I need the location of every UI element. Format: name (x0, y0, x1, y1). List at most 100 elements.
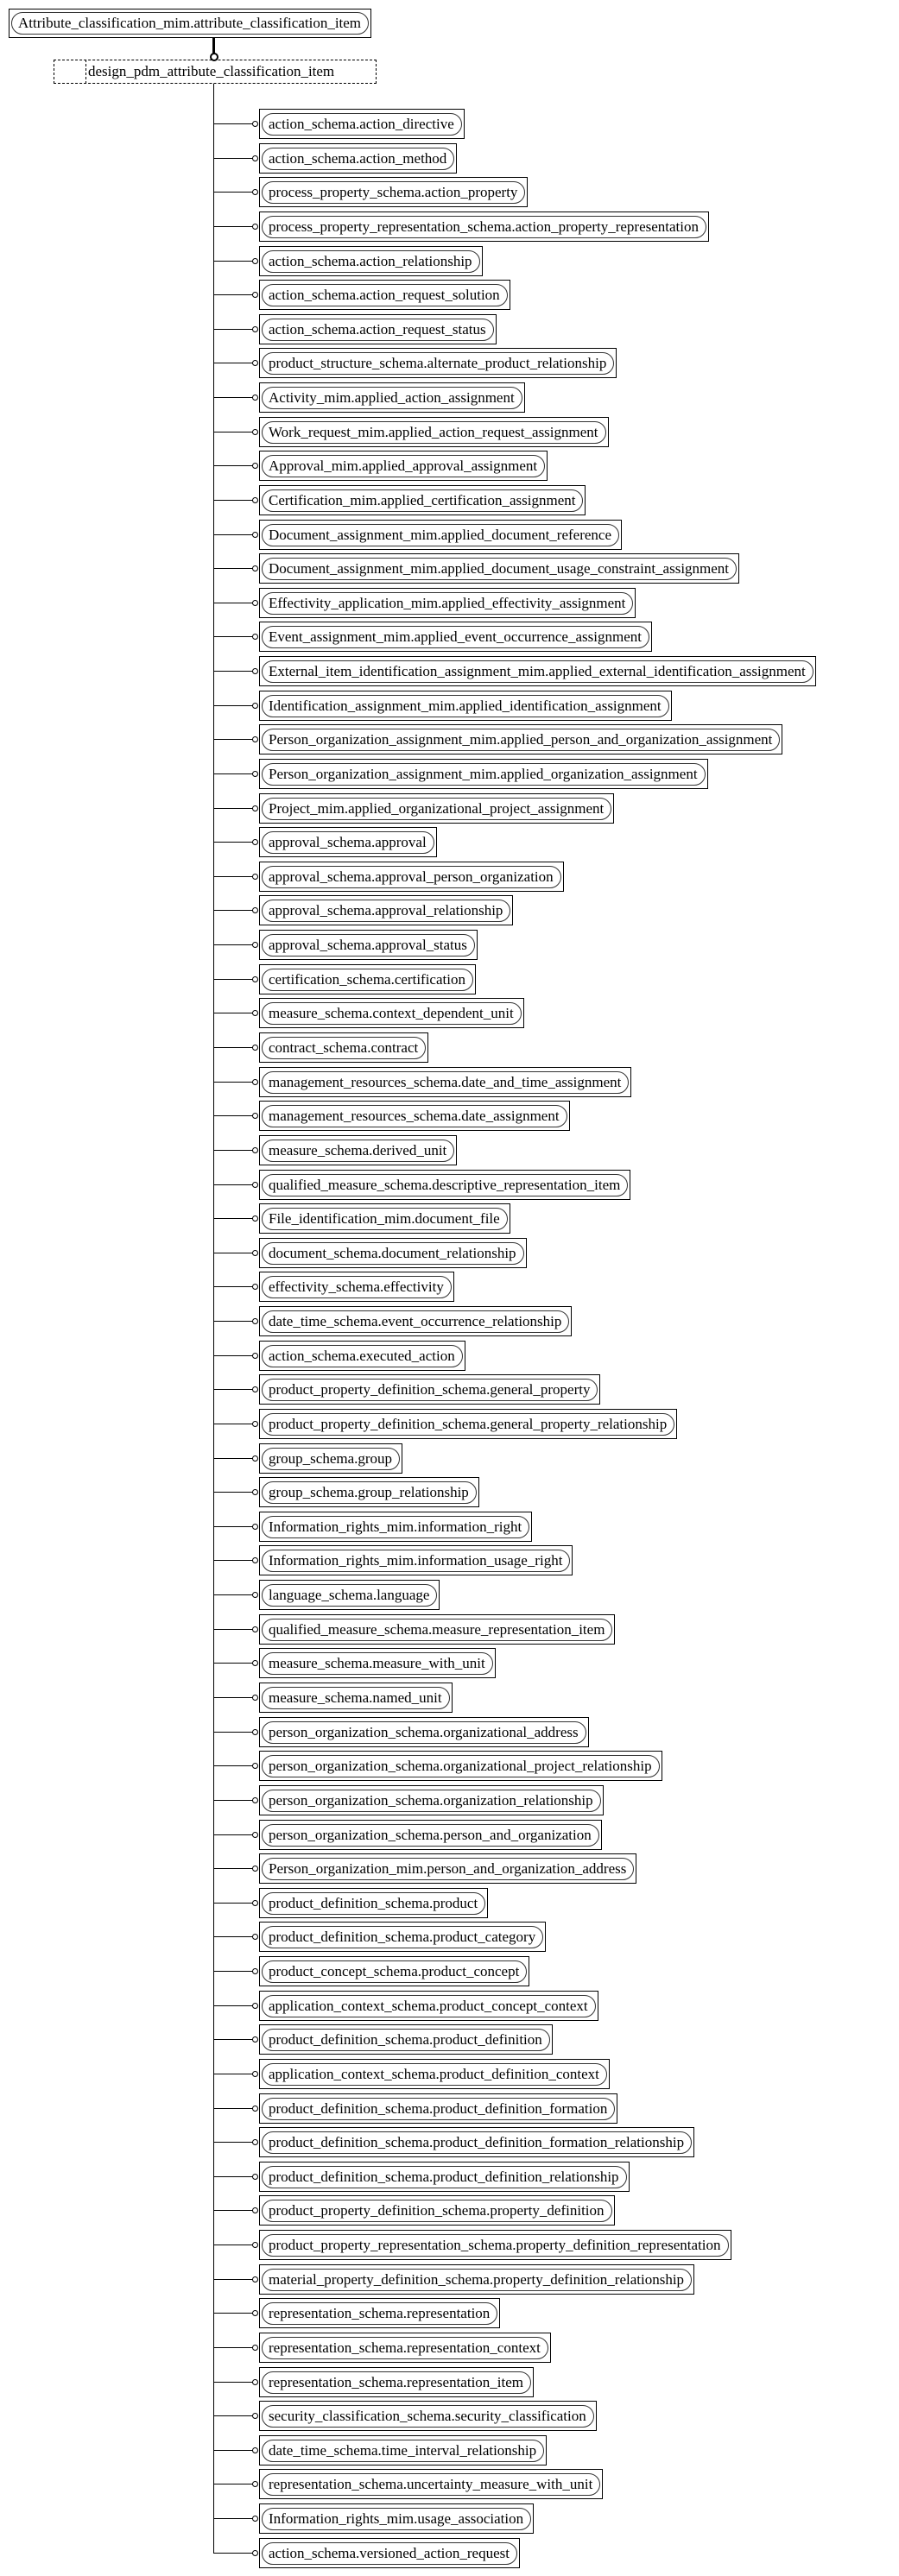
entity-box[interactable]: product_definition_schema.product_catego… (259, 1922, 547, 1953)
entity-box[interactable]: product_definition_schema.product_defini… (259, 2093, 618, 2124)
branch-line (213, 1115, 253, 1117)
open-circle-icon (252, 1557, 258, 1564)
entity-box[interactable]: application_context_schema.product_defin… (259, 2058, 610, 2089)
entity-box[interactable]: group_schema.group_relationship (259, 1477, 479, 1508)
entity-box[interactable]: product_property_definition_schema.gener… (259, 1408, 678, 1439)
entity-box[interactable]: effectivity_schema.effectivity (259, 1272, 454, 1303)
entity-label: product_definition_schema.product_defini… (262, 2165, 627, 2188)
entity-box[interactable]: action_schema.action_directive (259, 109, 465, 139)
entity-box[interactable]: action_schema.action_method (259, 142, 458, 174)
entity-box[interactable]: group_schema.group (259, 1443, 403, 1474)
branch-line (213, 1731, 253, 1733)
entity-label: qualified_measure_schema.measure_represe… (262, 1618, 613, 1641)
entity-box[interactable]: qualified_measure_schema.measure_represe… (259, 1613, 616, 1645)
branch-line (213, 2142, 253, 2144)
entity-box[interactable]: person_organization_schema.organizationa… (259, 1751, 662, 1782)
entity-box[interactable]: application_context_schema.product_conce… (259, 1990, 598, 2021)
entity-box[interactable]: product_structure_schema.alternate_produ… (259, 348, 617, 379)
entity-box[interactable]: product_definition_schema.product_defini… (259, 2161, 630, 2192)
entity-box[interactable]: approval_schema.approval_person_organiza… (259, 861, 564, 892)
entity-box[interactable]: representation_schema.representation_con… (259, 2332, 551, 2363)
entity-box[interactable]: Information_rights_mim.information_usage… (259, 1545, 573, 1576)
entity-box[interactable]: product_definition_schema.product_defini… (259, 2127, 695, 2158)
entity-box[interactable]: date_time_schema.event_occurrence_relati… (259, 1306, 573, 1337)
entity-box[interactable]: person_organization_schema.person_and_or… (259, 1819, 602, 1850)
entity-label: action_schema.executed_action (262, 1344, 463, 1367)
entity-box[interactable]: representation_schema.representation (259, 2298, 501, 2329)
entity-box[interactable]: product_property_representation_schema.p… (259, 2230, 731, 2261)
entity-box[interactable]: Identification_assignment_mim.applied_id… (259, 690, 672, 721)
entity-box[interactable]: measure_schema.measure_with_unit (259, 1648, 496, 1679)
entity-box[interactable]: person_organization_schema.organizationa… (259, 1716, 589, 1747)
entity-box[interactable]: Project_mim.applied_organizational_proje… (259, 792, 615, 824)
entity-box[interactable]: management_resources_schema.date_and_tim… (259, 1066, 632, 1097)
entity-box[interactable]: Person_organization_mim.person_and_organ… (259, 1853, 637, 1885)
open-circle-icon (252, 325, 258, 332)
entity-box[interactable]: product_definition_schema.product_defini… (259, 2024, 553, 2055)
entity-box[interactable]: Approval_mim.applied_approval_assignment (259, 451, 548, 482)
branch-line (213, 2518, 253, 2520)
entity-box[interactable]: measure_schema.context_dependent_unit (259, 998, 524, 1029)
branch-line (213, 1834, 253, 1835)
entity-box[interactable]: Person_organization_assignment_mim.appli… (259, 758, 708, 789)
entity-box[interactable]: Effectivity_application_mim.applied_effe… (259, 587, 636, 618)
entity-box[interactable]: action_schema.versioned_action_request (259, 2537, 520, 2568)
entity-box[interactable]: certification_schema.certification (259, 963, 476, 994)
branch-line (213, 465, 253, 467)
open-circle-icon (252, 770, 258, 777)
entity-box[interactable]: qualified_measure_schema.descriptive_rep… (259, 1169, 631, 1200)
entity-box[interactable]: approval_schema.approval (259, 827, 437, 858)
entity-box[interactable]: action_schema.executed_action (259, 1340, 465, 1371)
entity-box[interactable]: Document_assignment_mim.applied_document… (259, 519, 623, 550)
entity-label: product_definition_schema.product_catego… (262, 1926, 544, 1949)
entity-box[interactable]: Person_organization_assignment_mim.appli… (259, 724, 783, 755)
entity-box[interactable]: action_schema.action_request_status (259, 313, 497, 344)
entity-label: approval_schema.approval_status (262, 934, 475, 957)
entity-box[interactable]: process_property_representation_schema.a… (259, 211, 710, 242)
entity-box[interactable]: product_property_definition_schema.gener… (259, 1374, 601, 1405)
entity-box[interactable]: measure_schema.named_unit (259, 1682, 453, 1713)
entity-box[interactable]: action_schema.action_relationship (259, 245, 483, 276)
entity-box[interactable]: action_schema.action_request_solution (259, 280, 510, 311)
entity-box[interactable]: management_resources_schema.date_assignm… (259, 1101, 570, 1132)
entity-label: product_definition_schema.product_defini… (262, 2131, 693, 2155)
root-type-box[interactable]: Attribute_classification_mim.attribute_c… (9, 9, 372, 38)
entity-box[interactable]: measure_schema.derived_unit (259, 1134, 458, 1165)
entity-box[interactable]: approval_schema.approval_relationship (259, 895, 514, 926)
entity-box[interactable]: External_item_identification_assignment_… (259, 656, 816, 687)
open-circle-icon (252, 463, 258, 470)
entity-box[interactable]: security_classification_schema.security_… (259, 2401, 597, 2432)
entity-box[interactable]: Certification_mim.applied_certification_… (259, 484, 586, 515)
entity-box[interactable]: representation_schema.representation_ite… (259, 2366, 535, 2397)
entity-box[interactable]: product_concept_schema.product_concept (259, 1956, 530, 1987)
entity-label: Person_organization_assignment_mim.appli… (262, 729, 781, 752)
entity-box[interactable]: language_schema.language (259, 1580, 440, 1611)
entity-box[interactable]: date_time_schema.time_interval_relations… (259, 2434, 548, 2466)
entity-box[interactable]: representation_schema.uncertainty_measur… (259, 2469, 604, 2500)
open-circle-icon (252, 1352, 258, 1359)
entity-box[interactable]: File_identification_mim.document_file (259, 1203, 510, 1234)
entity-label: measure_schema.named_unit (262, 1686, 450, 1709)
entity-box[interactable]: material_property_definition_schema.prop… (259, 2263, 695, 2295)
entity-box[interactable]: document_schema.document_relationship (259, 1237, 527, 1268)
open-circle-icon (252, 1694, 258, 1701)
entity-label: person_organization_schema.organization_… (262, 1789, 601, 1812)
entity-box[interactable]: approval_schema.approval_status (259, 930, 478, 961)
open-circle-icon (252, 2070, 258, 2077)
branch-line (213, 1560, 253, 1562)
branch-line (213, 807, 253, 809)
open-circle-icon (252, 189, 258, 196)
entity-box[interactable]: person_organization_schema.organization_… (259, 1784, 604, 1815)
entity-box[interactable]: product_property_definition_schema.prope… (259, 2195, 615, 2226)
entity-box[interactable]: Event_assignment_mim.applied_event_occur… (259, 622, 652, 653)
entity-box[interactable]: Work_request_mim.applied_action_request_… (259, 416, 609, 447)
open-circle-icon (252, 1420, 258, 1427)
entity-box[interactable]: Information_rights_mim.information_right (259, 1511, 533, 1542)
entity-box[interactable]: contract_schema.contract (259, 1032, 429, 1063)
entity-box[interactable]: Document_assignment_mim.applied_document… (259, 553, 740, 584)
entity-box[interactable]: process_property_schema.action_property (259, 177, 529, 208)
entity-box[interactable]: product_definition_schema.product (259, 1887, 489, 1918)
entity-box[interactable]: Information_rights_mim.usage_association (259, 2503, 535, 2535)
open-circle-icon (252, 1113, 258, 1120)
entity-box[interactable]: Activity_mim.applied_action_assignment (259, 382, 525, 414)
